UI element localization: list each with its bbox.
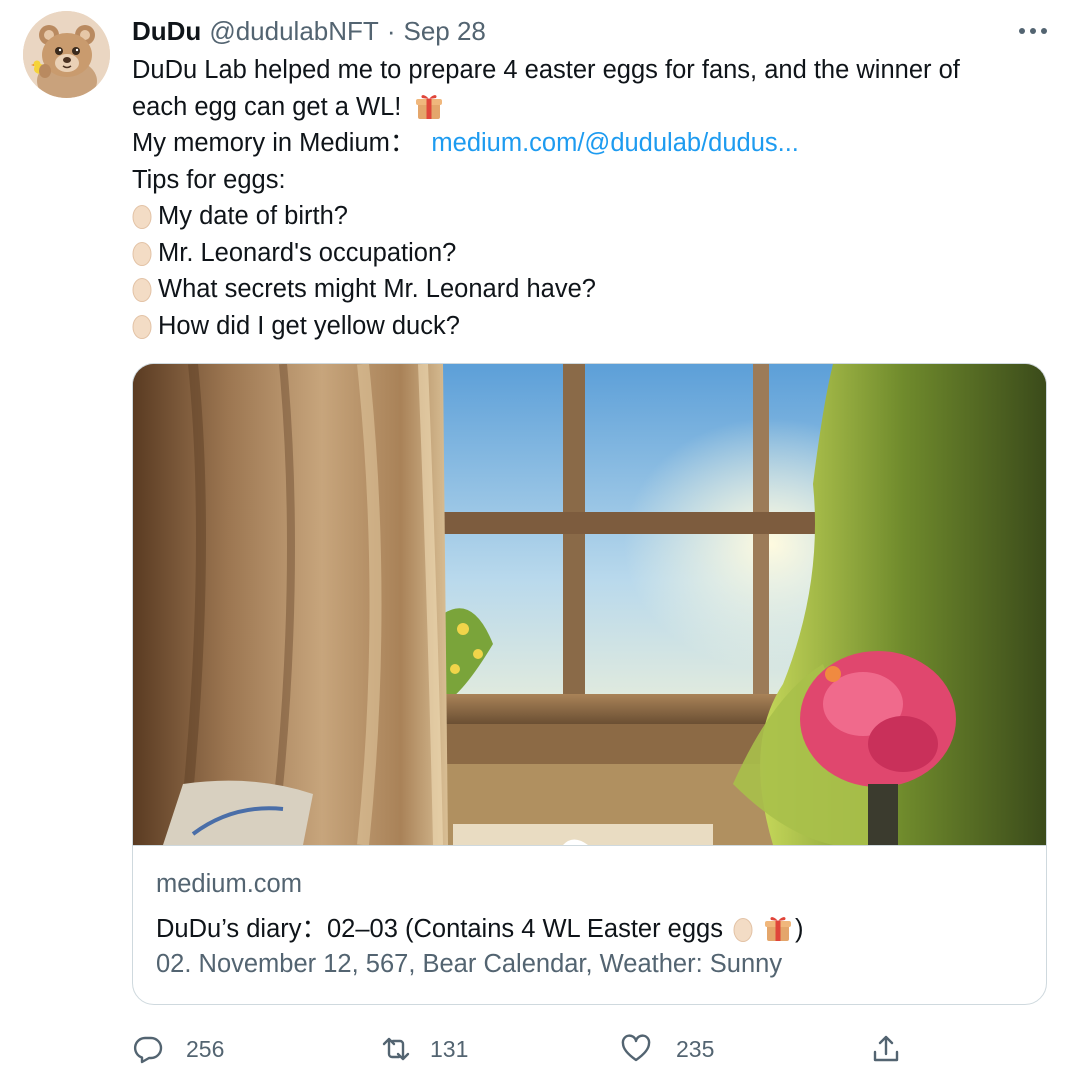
tweet-text: DuDu Lab helped me to prepare 4 easter e… [132, 52, 1032, 344]
link-preview-card[interactable]: medium.com DuDu’s diary：02–03 (Contains … [132, 363, 1047, 1005]
tweet-line: DuDu Lab helped me to prepare 4 easter e… [132, 56, 960, 84]
egg-icon [132, 314, 152, 339]
card-title: DuDu’s diary：02–03 (Contains 4 WL Easter… [156, 908, 803, 945]
retweet-count: 131 [430, 1035, 469, 1062]
tip-item: What secrets might Mr. Leonard have? [132, 271, 1032, 308]
bear-avatar-icon [23, 11, 110, 98]
card-description: 02. November 12, 567, Bear Calendar, Wea… [156, 950, 783, 978]
tweet-line: Tips for eggs: [132, 165, 286, 194]
card-domain: medium.com [156, 870, 302, 898]
tip-text: What secrets might Mr. Leonard have? [158, 275, 596, 303]
tip-item: How did I get yellow duck? [132, 308, 1032, 345]
tip-item: Mr. Leonard's occupation? [132, 235, 1032, 272]
author-handle[interactable]: @dudulabNFT [209, 16, 378, 47]
more-options-button[interactable] [1010, 14, 1056, 48]
like-button[interactable]: 235 [620, 1028, 714, 1070]
like-count: 235 [676, 1035, 715, 1062]
medium-link[interactable]: medium.com/@dudulab/dudus... [431, 129, 799, 157]
card-title-text: DuDu’s diary：02–03 (Contains 4 WL Easter… [156, 915, 723, 943]
tweet-header: DuDu @dudulabNFT · Sep 28 [132, 14, 486, 48]
avatar[interactable] [23, 11, 110, 98]
tip-text: Mr. Leonard's occupation? [158, 238, 457, 267]
tweet-line: each egg can get a WL! [132, 89, 1032, 126]
tip-item: My date of birth? [132, 198, 1032, 235]
reply-icon [133, 1036, 163, 1064]
author-display-name[interactable]: DuDu [132, 16, 201, 47]
retweet-button[interactable]: 131 [380, 1028, 468, 1070]
tweet-line-text: each egg can get a WL! [132, 92, 402, 121]
more-horizontal-icon [1019, 28, 1047, 34]
tip-text: My date of birth? [158, 202, 348, 230]
reply-button[interactable]: 256 [132, 1028, 224, 1070]
tweet-date[interactable]: Sep 28 [403, 16, 485, 47]
egg-icon [132, 241, 152, 266]
reply-count: 256 [186, 1035, 225, 1062]
heart-icon [621, 1034, 651, 1062]
share-icon [873, 1035, 899, 1062]
egg-icon [132, 205, 152, 229]
tweet-line: My memory in Medium： medium.com/@dudulab/… [132, 125, 1032, 162]
tweet-action-bar: 256 131 235 [132, 1028, 1032, 1070]
tweet-line-text: My memory in Medium： [132, 129, 416, 157]
painting-window-flowers-image [133, 364, 1046, 846]
retweet-icon [382, 1037, 410, 1061]
share-button[interactable] [870, 1028, 902, 1070]
card-title-suffix: ) [794, 915, 804, 943]
gift-icon [416, 94, 443, 119]
gift-icon [764, 917, 791, 941]
tip-text: How did I get yellow duck? [158, 311, 460, 340]
egg-icon [132, 278, 152, 302]
egg-icon [733, 918, 753, 942]
header-separator: · [386, 15, 396, 46]
